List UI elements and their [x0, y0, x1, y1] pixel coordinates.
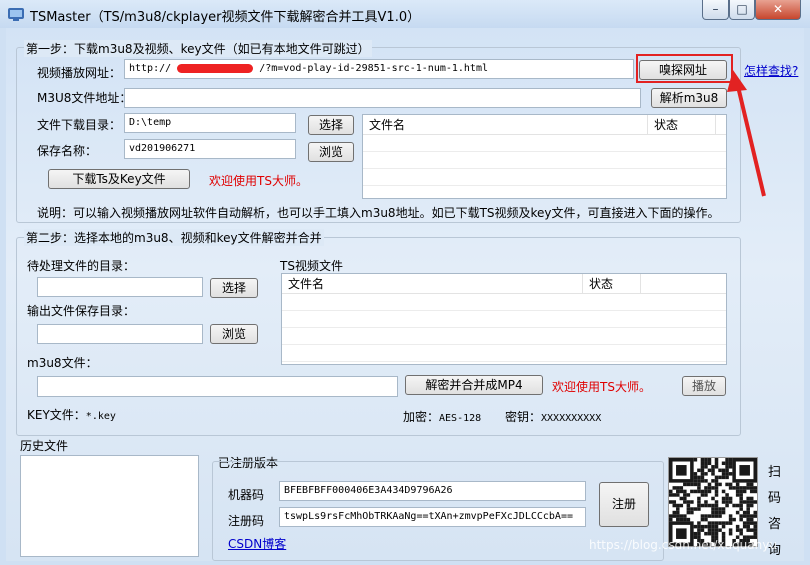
key-file-value: *.key: [85, 411, 116, 422]
secret-key-info: 密钥：XXXXXXXXXX: [505, 408, 601, 425]
step2-welcome-text: 欢迎使用TS大师。: [552, 380, 651, 394]
title-bar: TSMaster（TS/m3u8/ckplayer视频文件下载解密合并工具V1.…: [0, 0, 810, 28]
sniff-url-button[interactable]: 嗅探网址: [639, 60, 727, 80]
video-url-input[interactable]: http:// /?m=vod-play-id-29851-src-1-num-…: [124, 59, 634, 79]
ts-file-table-header: 文件名 状态: [282, 274, 726, 294]
table-row: [282, 312, 726, 328]
download-dir-label: 文件下载目录：: [37, 118, 122, 132]
ts-file-table[interactable]: 文件名 状态: [281, 273, 727, 365]
play-button[interactable]: 播放: [682, 376, 726, 396]
qr-code-image: [668, 457, 758, 547]
qr-caption-char: 咨: [768, 517, 782, 532]
reg-code-label: 注册码: [228, 514, 265, 528]
machine-code-input[interactable]: BFEBFBFF000406E3A434D9796A26: [279, 481, 586, 501]
watermark-text: https://blog.csdn.net/xuquanyu: [589, 538, 777, 552]
table-row: [282, 329, 726, 345]
qr-caption-char: 码: [768, 491, 782, 506]
step1-file-table-header: 文件名 状态: [363, 115, 726, 135]
encryption-label: 加密：: [403, 410, 440, 424]
pending-dir-input[interactable]: [37, 277, 203, 297]
step1-note: 说明：可以输入视频播放网址软件自动解析，也可以手工填入m3u8地址。如已下载TS…: [37, 206, 720, 220]
decrypt-merge-button[interactable]: 解密并合并成MP4: [405, 375, 543, 395]
table-row: [363, 136, 726, 152]
output-dir-label: 输出文件保存目录：: [27, 304, 136, 318]
download-ts-key-button[interactable]: 下载Ts及Key文件: [48, 169, 190, 189]
pending-dir-choose-button[interactable]: 选择: [210, 278, 258, 298]
secret-key-label: 密钥：: [505, 410, 542, 424]
encryption-value: AES-128: [439, 413, 482, 424]
app-icon: [8, 8, 24, 21]
output-dir-input[interactable]: [37, 324, 203, 344]
column-header-filename[interactable]: 文件名: [282, 274, 583, 294]
video-url-prefix: http://: [129, 63, 172, 74]
table-row: [363, 170, 726, 186]
download-dir-choose-button[interactable]: 选择: [308, 115, 354, 135]
reg-code-input[interactable]: tswpLs9rsFcMhObTRKAaNg==tXAn+zmvpPeFXcJD…: [279, 507, 586, 527]
save-name-input[interactable]: vd201906271: [124, 139, 296, 159]
m3u8-url-input[interactable]: [124, 88, 641, 108]
client-area: 第一步：下载m3u8及视频、key文件（如已有本地文件可跳过） 视频播放网址： …: [6, 28, 804, 561]
maximize-button[interactable]: □: [729, 0, 755, 20]
save-name-browse-button[interactable]: 浏览: [308, 142, 354, 162]
table-row: [363, 153, 726, 169]
column-header-status[interactable]: 状态: [648, 115, 716, 135]
video-url-suffix: /?m=vod-play-id-29851-src-1-num-1.html: [259, 63, 488, 74]
qr-pattern: [669, 458, 757, 546]
save-name-label: 保存名称：: [37, 144, 98, 158]
video-url-label: 视频播放网址：: [37, 66, 122, 80]
column-header-filename[interactable]: 文件名: [363, 115, 648, 135]
close-button[interactable]: ✕: [755, 0, 801, 20]
step1-title: 第一步：下载m3u8及视频、key文件（如已有本地文件可跳过）: [24, 40, 372, 57]
parse-m3u8-button[interactable]: 解析m3u8: [651, 88, 727, 108]
register-button[interactable]: 注册: [599, 482, 649, 527]
step1-welcome-text: 欢迎使用TS大师。: [209, 174, 308, 188]
minimize-button[interactable]: –: [702, 0, 729, 20]
table-row: [282, 295, 726, 311]
history-label: 历史文件: [20, 439, 69, 453]
m3u8-file-input[interactable]: [37, 376, 398, 397]
pending-dir-label: 待处理文件的目录：: [27, 259, 136, 273]
qr-caption-char: 扫: [768, 465, 782, 480]
ts-files-label: TS视频文件: [280, 259, 343, 273]
redaction-mark: [177, 63, 254, 73]
step1-file-table[interactable]: 文件名 状态: [362, 114, 727, 199]
secret-key-value: XXXXXXXXXX: [541, 413, 602, 424]
step2-title: 第二步：选择本地的m3u8、视频和key文件解密并合并: [24, 229, 324, 246]
download-dir-input[interactable]: D:\temp: [124, 113, 296, 133]
output-dir-browse-button[interactable]: 浏览: [210, 324, 258, 344]
m3u8-file-label: m3u8文件：: [27, 356, 98, 370]
history-list[interactable]: [20, 455, 199, 557]
window-title: TSMaster（TS/m3u8/ckplayer视频文件下载解密合并工具V1.…: [30, 10, 421, 25]
csdn-blog-link[interactable]: CSDN博客: [228, 535, 286, 552]
column-header-status[interactable]: 状态: [583, 274, 641, 294]
encryption-info: 加密：AES-128: [403, 408, 481, 425]
key-file-label: KEY文件：*.key: [27, 406, 116, 423]
machine-code-label: 机器码: [228, 488, 265, 502]
table-row: [282, 346, 726, 362]
m3u8-url-label: M3U8文件地址：: [37, 91, 132, 105]
how-to-find-link[interactable]: 怎样查找?: [744, 62, 798, 79]
key-file-label-text: KEY文件：: [27, 408, 86, 422]
